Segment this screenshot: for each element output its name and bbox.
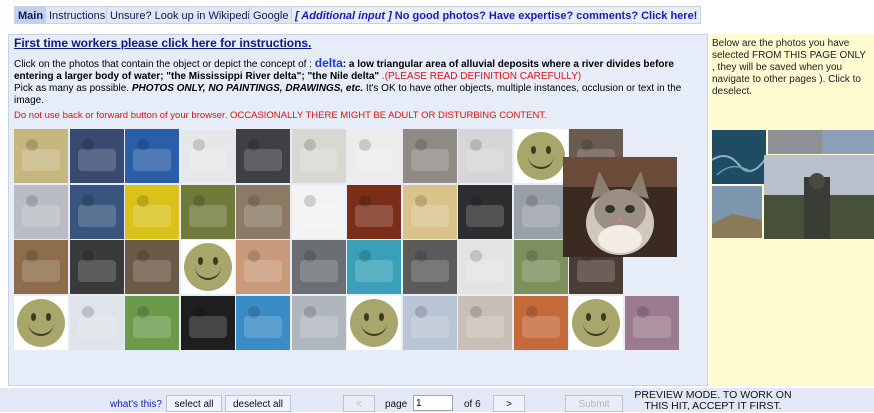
photo-thumbnail[interactable] — [236, 129, 290, 183]
photo-thumbnail[interactable] — [125, 296, 179, 350]
smiley-icon — [17, 299, 65, 347]
selected-photos-note: Below are the photos you have selected F… — [712, 38, 866, 97]
photo-thumbnail[interactable] — [181, 296, 235, 350]
photo-thumbnail[interactable] — [347, 240, 401, 294]
smiley-icon — [517, 132, 565, 180]
read-definition-note: .(PLEASE READ DEFINITION CAREFULLY) — [379, 71, 582, 82]
photo-thumbnail[interactable] — [236, 296, 290, 350]
placeholder-smiley-photo[interactable] — [181, 240, 235, 294]
tab-bar: Main Instructions Unsure? Look up in Wik… — [0, 0, 874, 27]
selected-photo[interactable] — [712, 186, 762, 238]
photo-thumbnail[interactable] — [292, 129, 346, 183]
photo-thumbnail[interactable] — [292, 296, 346, 350]
photo-thumbnail[interactable] — [70, 296, 124, 350]
photo-thumbnail[interactable] — [458, 129, 512, 183]
selected-photo[interactable] — [764, 155, 874, 239]
enlarged-photo[interactable] — [563, 157, 677, 257]
photo-thumbnail[interactable] — [14, 185, 68, 239]
selected-photo[interactable] — [712, 130, 766, 184]
photo-thumbnail[interactable] — [514, 185, 568, 239]
placeholder-smiley-photo[interactable] — [514, 129, 568, 183]
submit-button[interactable]: Submit — [565, 395, 623, 412]
photo-thumbnail[interactable] — [403, 129, 457, 183]
photo-thumbnail[interactable] — [347, 185, 401, 239]
placeholder-smiley-photo[interactable] — [569, 296, 623, 350]
additional-input-label: [ Additional input ] — [295, 10, 392, 22]
concept-word: delta — [314, 56, 343, 70]
tab-main[interactable]: Main — [14, 6, 48, 24]
browser-warning: Do not use back or forward button of you… — [14, 110, 547, 121]
preview-mode-notice: PREVIEW MODE. TO WORK ON THIS HIT, ACCEP… — [634, 389, 792, 412]
photo-thumbnail[interactable] — [403, 240, 457, 294]
photo-thumbnail[interactable] — [458, 240, 512, 294]
photo-thumbnail[interactable] — [458, 296, 512, 350]
photo-thumbnail[interactable] — [514, 296, 568, 350]
selected-photo[interactable] — [768, 130, 822, 154]
task-instructions: Click on the photos that contain the obj… — [14, 57, 688, 107]
photo-thumbnail[interactable] — [625, 296, 679, 350]
photo-thumbnail[interactable] — [70, 129, 124, 183]
selected-photo[interactable] — [822, 130, 874, 154]
previous-page-button[interactable]: < — [343, 395, 375, 412]
photo-thumbnail[interactable] — [403, 185, 457, 239]
feedback-label: No good photos? Have expertise? comments… — [391, 10, 698, 22]
page-number-input[interactable] — [413, 395, 453, 411]
photo-thumbnail[interactable] — [70, 240, 124, 294]
select-all-button[interactable]: select all — [166, 395, 222, 412]
smiley-icon — [184, 243, 232, 291]
photo-thumbnail[interactable] — [14, 240, 68, 294]
photo-thumbnail[interactable] — [125, 185, 179, 239]
photo-thumbnail[interactable] — [70, 185, 124, 239]
photo-thumbnail[interactable] — [292, 240, 346, 294]
photo-thumbnail[interactable] — [347, 129, 401, 183]
photo-thumbnail[interactable] — [236, 185, 290, 239]
tab-wikipedia[interactable]: Unsure? Look up in Wikipedia — [106, 6, 261, 24]
photo-thumbnail[interactable] — [14, 129, 68, 183]
photo-thumbnail[interactable] — [181, 185, 235, 239]
pick-instruction: Pick as many as possible. — [14, 83, 132, 94]
placeholder-smiley-photo[interactable] — [14, 296, 68, 350]
first-time-instructions-link[interactable]: First time workers please click here for… — [14, 36, 311, 50]
page-label: page — [385, 399, 408, 410]
photo-thumbnail[interactable] — [236, 240, 290, 294]
page-count: of 6 — [464, 399, 481, 410]
deselect-all-button[interactable]: deselect all — [225, 395, 291, 412]
tab-feedback[interactable]: [ Additional input ] No good photos? Hav… — [291, 6, 702, 24]
placeholder-smiley-photo[interactable] — [347, 296, 401, 350]
photo-thumbnail[interactable] — [181, 129, 235, 183]
photo-thumbnail[interactable] — [292, 185, 346, 239]
tab-instructions[interactable]: Instructions — [45, 6, 110, 24]
smiley-icon — [350, 299, 398, 347]
tab-google[interactable]: Google — [249, 6, 293, 24]
photo-thumbnail[interactable] — [403, 296, 457, 350]
smiley-icon — [572, 299, 620, 347]
photos-only-note: PHOTOS ONLY, NO PAINTINGS, DRAWINGS, etc… — [131, 83, 364, 94]
photo-thumbnail[interactable] — [458, 185, 512, 239]
photo-thumbnail[interactable] — [125, 129, 179, 183]
next-page-button[interactable]: > — [493, 395, 525, 412]
photo-thumbnail[interactable] — [125, 240, 179, 294]
photo-thumbnail[interactable] — [514, 240, 568, 294]
instructions-intro: Click on the photos that contain the obj… — [14, 59, 315, 70]
whats-this-link[interactable]: what's this? — [110, 399, 162, 410]
